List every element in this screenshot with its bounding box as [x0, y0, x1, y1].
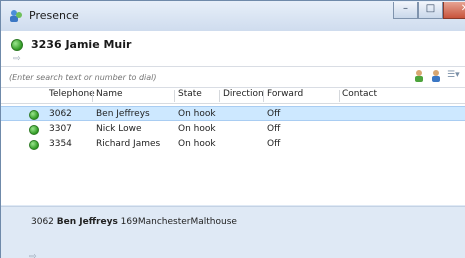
cell-forward: Off: [267, 139, 281, 149]
detail-location: 169ManchesterMalthouse: [120, 217, 237, 227]
column-separator: [92, 90, 93, 102]
status-icon: [11, 39, 23, 51]
cell-forward: Off: [267, 124, 281, 134]
col-telephone[interactable]: Telephone: [49, 89, 95, 102]
search-row: ☰▾: [1, 67, 465, 88]
minimize-button[interactable]: –: [393, 2, 418, 19]
column-separator: [339, 90, 340, 102]
presence-table: Telephone Name State Direction Forward C…: [1, 88, 465, 205]
table-row[interactable]: 3307 Nick Lowe On hook Off: [1, 122, 465, 137]
title-bar[interactable]: Presence – □ ✕: [1, 1, 465, 31]
phone-forward-icon[interactable]: ⇨: [13, 54, 21, 64]
col-contact[interactable]: Contact: [342, 89, 377, 102]
presence-app-icon: [10, 10, 22, 22]
col-direction[interactable]: Direction: [223, 89, 264, 102]
cell-telephone: 3062: [49, 109, 72, 119]
list-menu-icon[interactable]: ☰▾: [447, 70, 460, 86]
search-input[interactable]: [9, 70, 389, 84]
col-forward[interactable]: Forward: [267, 89, 303, 102]
minimize-icon: –: [403, 3, 408, 14]
cell-name: Ben Jeffreys: [96, 109, 150, 119]
cell-name: Nick Lowe: [96, 124, 142, 134]
status-icon: [29, 110, 39, 120]
detail-name: Ben Jeffreys: [56, 217, 118, 227]
column-separator: [219, 90, 220, 102]
col-state[interactable]: State: [178, 89, 202, 102]
user-blue-icon[interactable]: [430, 69, 442, 83]
cell-forward: Off: [267, 109, 281, 119]
user-green-icon[interactable]: [413, 69, 425, 83]
maximize-button[interactable]: □: [418, 2, 443, 19]
window-controls: – □ ✕: [393, 2, 465, 20]
column-separator: [263, 90, 264, 102]
detail-extension: 3062: [31, 217, 54, 227]
table-header: Telephone Name State Direction Forward C…: [1, 88, 465, 104]
col-name[interactable]: Name: [96, 89, 123, 102]
status-icon: [29, 125, 39, 135]
maximize-icon: □: [425, 3, 436, 14]
table-row[interactable]: 3354 Richard James On hook Off: [1, 137, 465, 152]
user-header: 3236 Jamie Muir ⇨: [1, 31, 465, 67]
table-row[interactable]: 3062 Ben Jeffreys On hook Off: [1, 106, 465, 121]
close-button[interactable]: ✕: [443, 2, 465, 19]
cell-telephone: 3307: [49, 124, 72, 134]
presence-window: Presence – □ ✕ 3236 Jamie Muir ⇨ ☰▾: [0, 0, 465, 258]
phone-forward-icon[interactable]: ⇨: [29, 252, 37, 258]
user-title: 3236 Jamie Muir: [31, 38, 132, 51]
close-icon: ✕: [444, 3, 465, 14]
cell-state: On hook: [178, 139, 216, 149]
cell-state: On hook: [178, 109, 216, 119]
detail-line: 3062 Ben Jeffreys 169ManchesterMalthouse: [31, 217, 237, 227]
cell-telephone: 3354: [49, 139, 72, 149]
column-separator: [174, 90, 175, 102]
details-panel: 3062 Ben Jeffreys 169ManchesterMalthouse…: [1, 206, 465, 258]
cell-name: Richard James: [96, 139, 161, 149]
cell-state: On hook: [178, 124, 216, 134]
window-title: Presence: [29, 9, 79, 22]
status-icon: [29, 140, 39, 150]
